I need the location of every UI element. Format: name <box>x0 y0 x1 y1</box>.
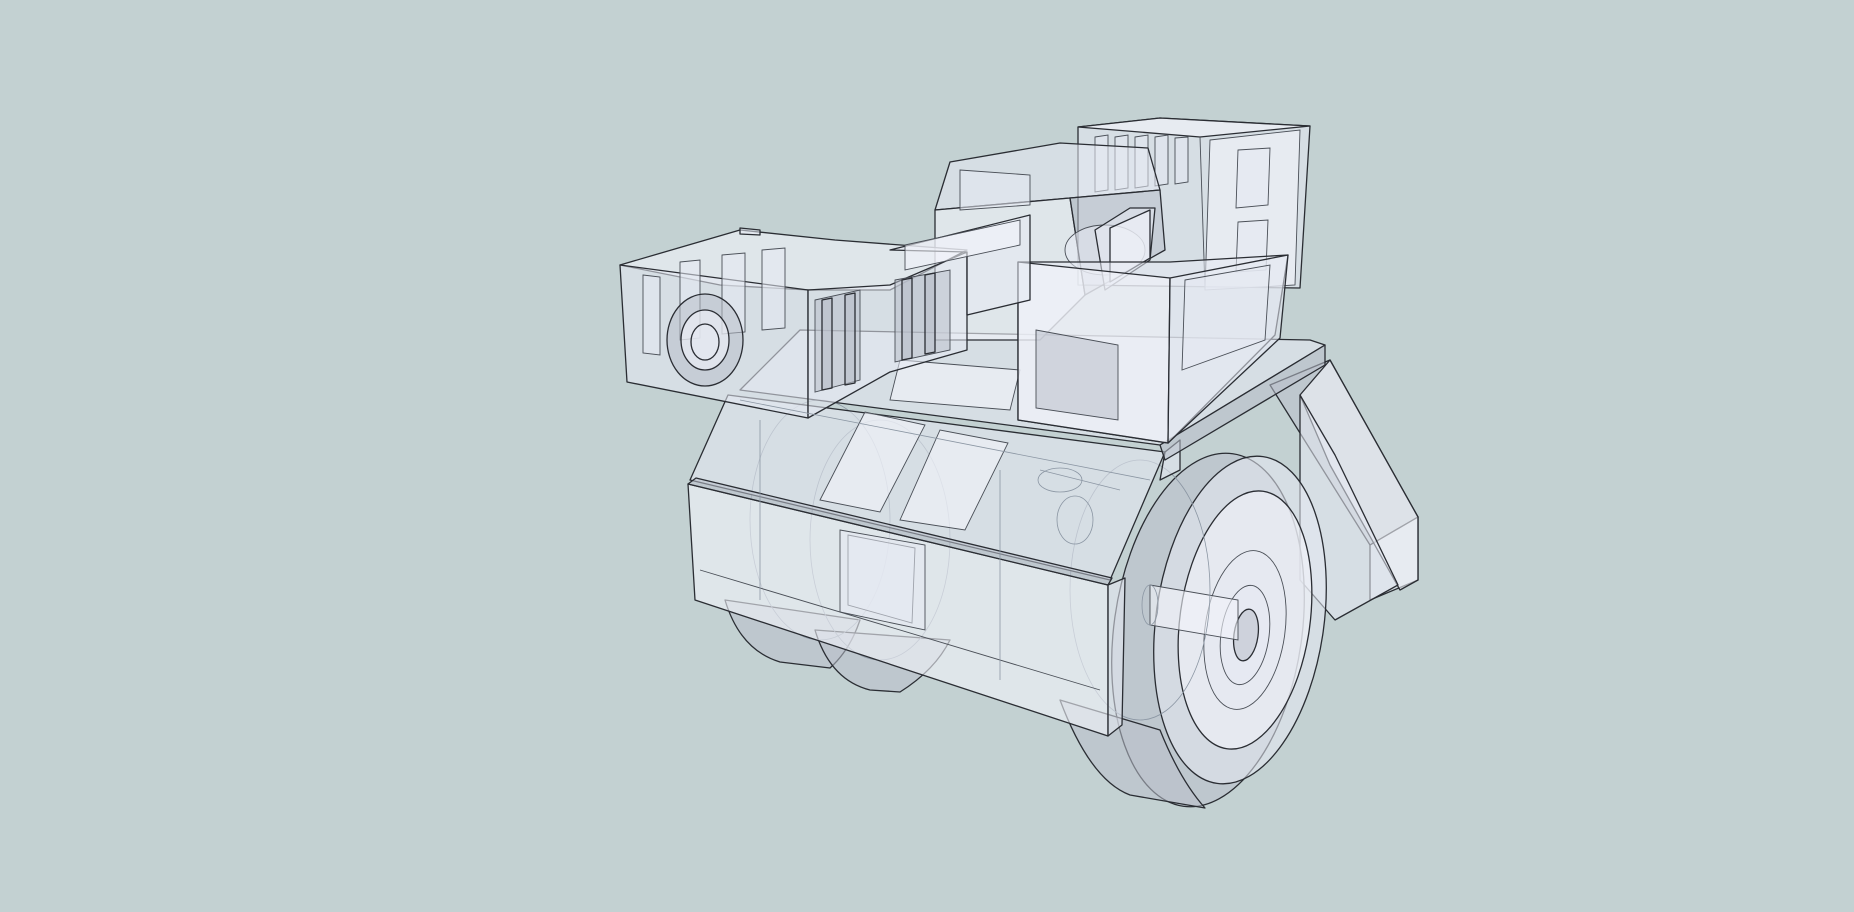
main-hull[interactable] <box>687 394 1181 737</box>
x-ray-vehicle-model[interactable] <box>0 0 1854 912</box>
side-storage-box[interactable] <box>1017 254 1289 444</box>
modeling-viewport[interactable] <box>0 0 1854 912</box>
